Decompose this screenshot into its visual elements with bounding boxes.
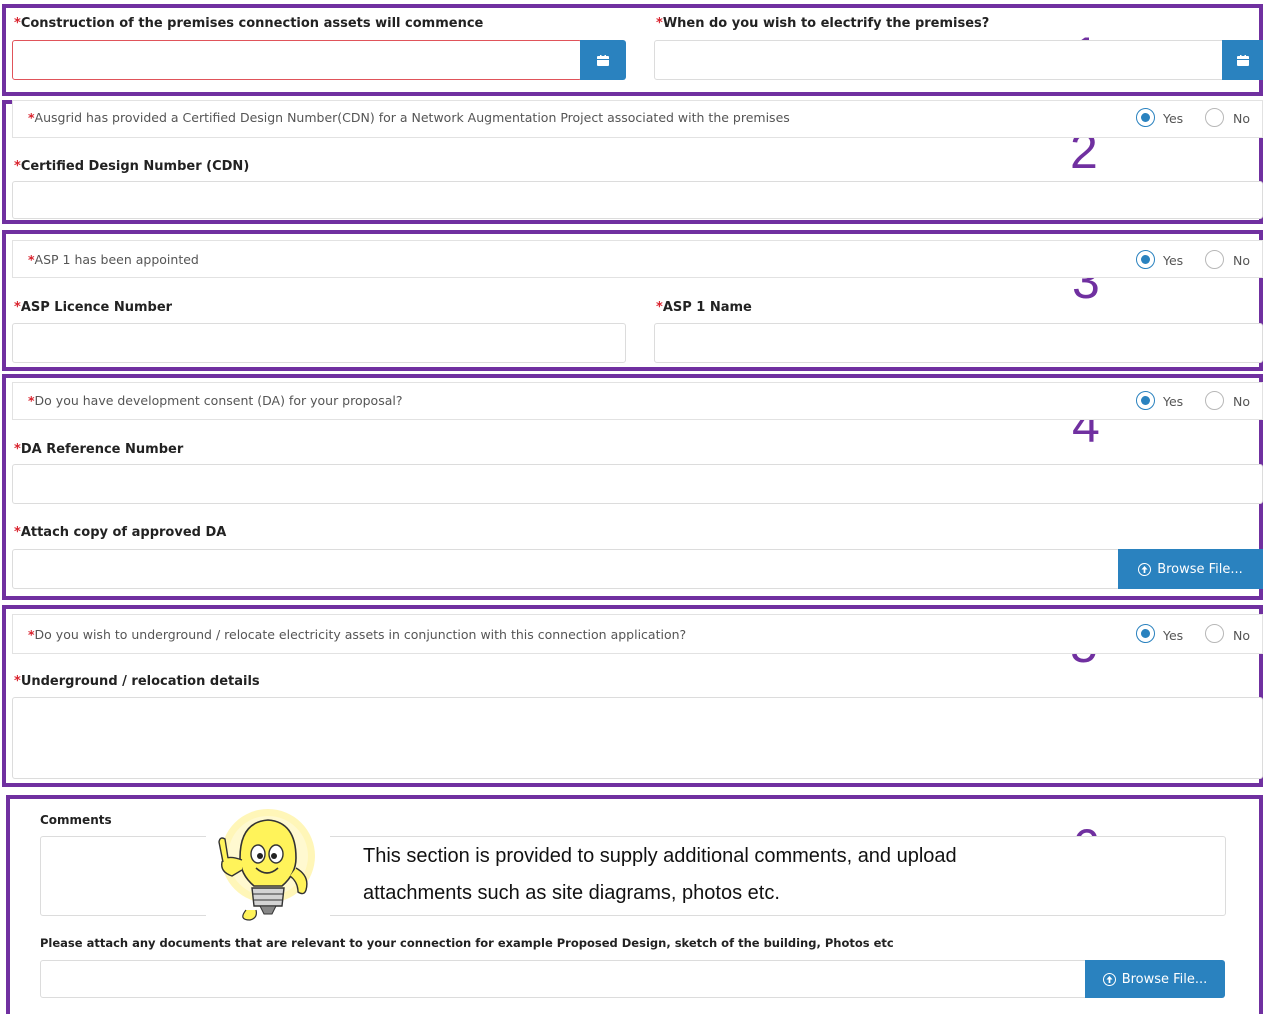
documents-attach-label: Please attach any documents that are rel… xyxy=(40,936,894,950)
documents-attach-file-input[interactable] xyxy=(40,960,1088,998)
underground-no-radio[interactable] xyxy=(1205,624,1224,643)
electrify-premises-date-input[interactable] xyxy=(654,40,1226,80)
da-reference-label: *DA Reference Number xyxy=(14,442,184,457)
underground-yes-radio[interactable] xyxy=(1136,624,1155,643)
da-attach-label: *Attach copy of approved DA xyxy=(14,525,227,540)
da-no-label: No xyxy=(1233,394,1250,409)
calendar-icon xyxy=(597,54,609,66)
da-yes-radio[interactable] xyxy=(1136,391,1155,410)
da-browse-file-label: Browse File... xyxy=(1157,561,1243,577)
comments-tip-line-1: This section is provided to supply addit… xyxy=(363,845,957,867)
underground-question-text: *Do you wish to underground / relocate e… xyxy=(28,627,687,642)
documents-browse-file-button[interactable]: Browse File... xyxy=(1085,960,1225,998)
asp-yes-label: Yes xyxy=(1163,253,1184,268)
cdn-label: *Certified Design Number (CDN) xyxy=(14,159,250,174)
asp-no-radio[interactable] xyxy=(1205,250,1224,269)
da-yes-label: Yes xyxy=(1163,394,1184,409)
cdn-no-radio[interactable] xyxy=(1205,108,1224,127)
da-browse-file-button[interactable]: Browse File... xyxy=(1118,549,1263,589)
documents-browse-file-label: Browse File... xyxy=(1121,971,1208,987)
underground-details-label: *Underground / relocation details xyxy=(14,674,260,689)
underground-no-label: No xyxy=(1233,628,1250,643)
comments-tip-line-2: attachments such as site diagrams, photo… xyxy=(363,882,780,904)
electrify-premises-label: *When do you wish to electrify the premi… xyxy=(656,16,990,31)
cdn-input[interactable] xyxy=(12,181,1263,219)
comments-label: Comments xyxy=(40,813,112,827)
cdn-no-label: No xyxy=(1233,111,1250,126)
underground-details-textarea[interactable] xyxy=(12,697,1263,779)
da-attach-file-input[interactable] xyxy=(12,549,1120,589)
asp-name-label: *ASP 1 Name xyxy=(656,300,752,315)
construction-commence-label: *Construction of the premises connection… xyxy=(14,16,484,31)
asp-no-label: No xyxy=(1233,253,1250,268)
lightbulb-icon xyxy=(218,809,315,921)
calendar-icon xyxy=(1236,54,1249,66)
upload-icon xyxy=(1102,972,1116,986)
upload-icon xyxy=(1138,562,1152,576)
asp-licence-input[interactable] xyxy=(12,323,626,363)
asp-question-box xyxy=(12,240,1263,278)
cdn-yes-radio[interactable] xyxy=(1136,108,1155,127)
asp-question-text: *ASP 1 has been appointed xyxy=(28,252,199,267)
asp-licence-label: *ASP Licence Number xyxy=(14,300,173,315)
da-no-radio[interactable] xyxy=(1205,391,1224,410)
construction-commence-calendar-button[interactable] xyxy=(580,40,626,80)
asp-name-input[interactable] xyxy=(654,323,1263,363)
asp-yes-radio[interactable] xyxy=(1136,250,1155,269)
cdn-question-text: *Ausgrid has provided a Certified Design… xyxy=(28,110,790,125)
cdn-yes-label: Yes xyxy=(1163,111,1184,126)
da-reference-input[interactable] xyxy=(12,464,1263,504)
electrify-premises-calendar-button[interactable] xyxy=(1222,40,1263,80)
da-question-text: *Do you have development consent (DA) fo… xyxy=(28,393,403,408)
construction-commence-date-input[interactable] xyxy=(12,40,582,80)
underground-yes-label: Yes xyxy=(1163,628,1184,643)
lightbulb-mascot-image xyxy=(206,806,330,924)
